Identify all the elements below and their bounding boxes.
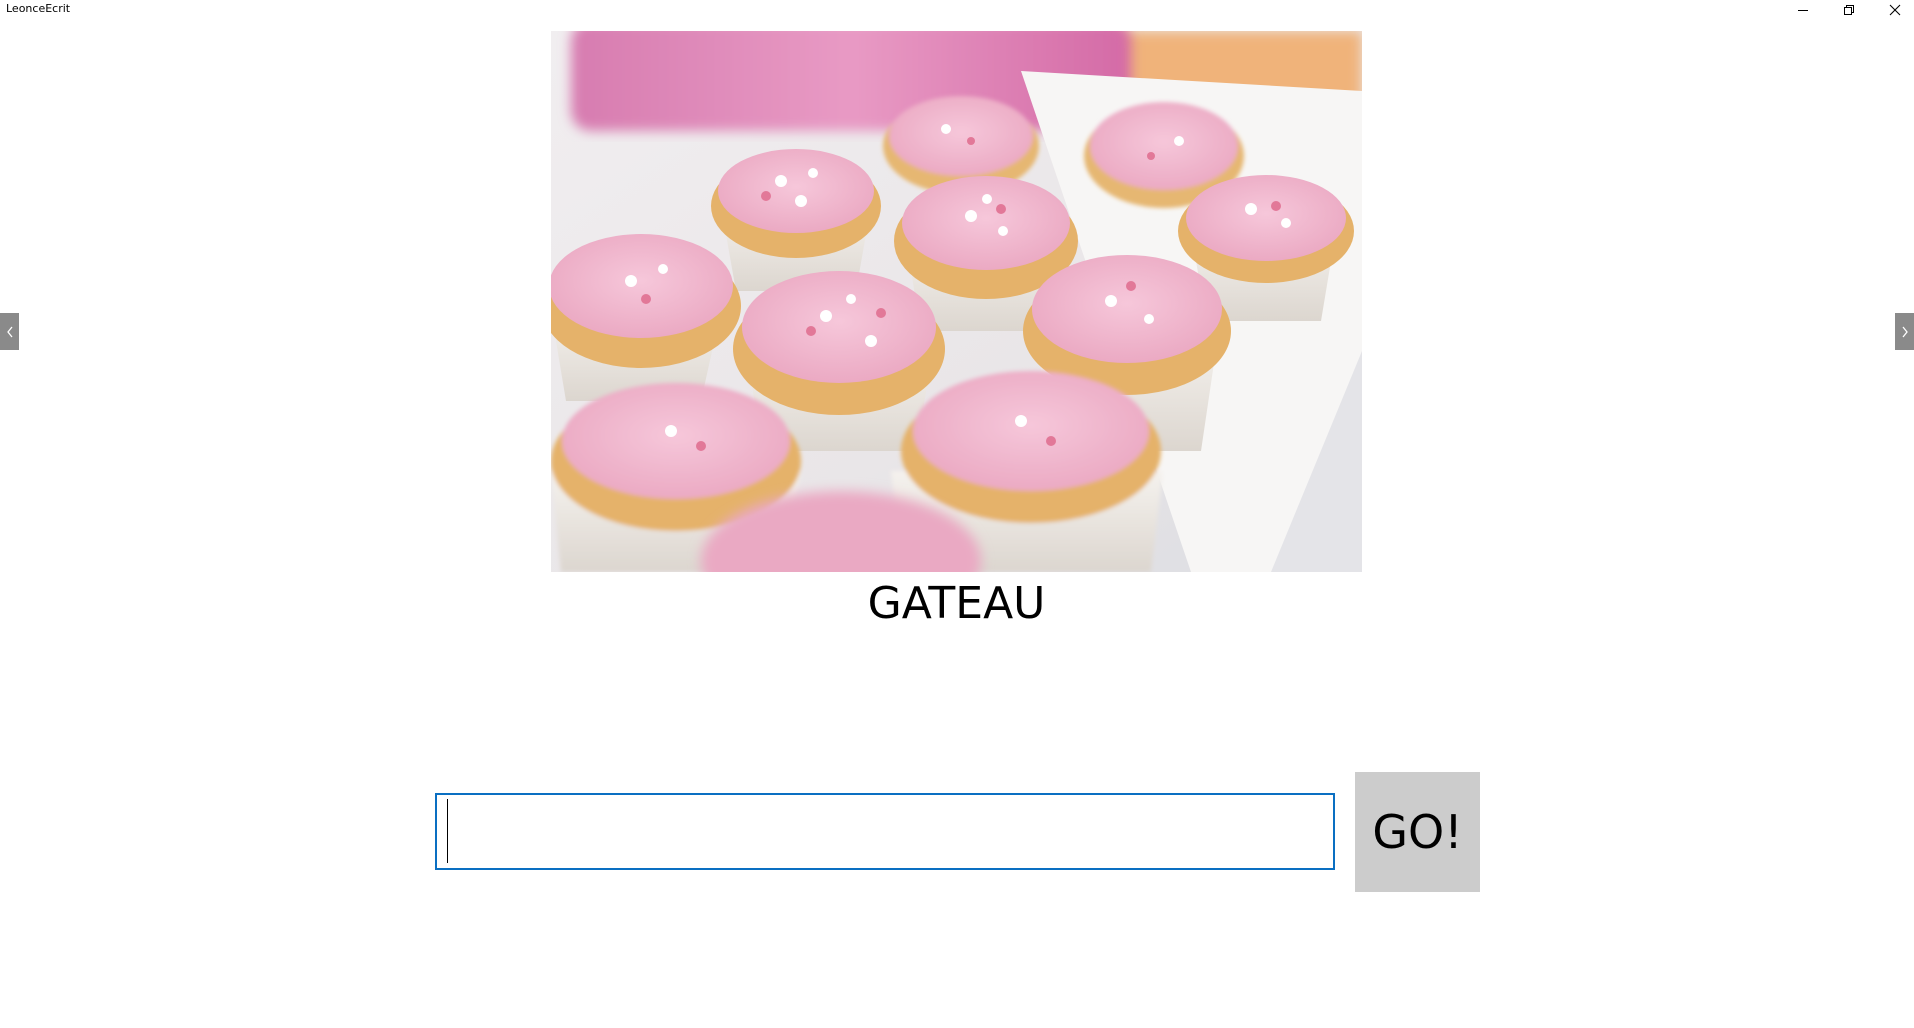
next-button[interactable] <box>1895 313 1914 350</box>
go-button[interactable]: GO! <box>1355 772 1480 892</box>
minimize-button[interactable] <box>1780 0 1826 20</box>
cupcakes-photo <box>551 31 1362 572</box>
restore-button[interactable] <box>1826 0 1872 20</box>
close-button[interactable] <box>1872 0 1914 20</box>
restore-icon <box>1844 5 1854 15</box>
text-caret <box>447 799 448 863</box>
chevron-right-icon <box>1901 326 1908 337</box>
answer-input[interactable] <box>435 793 1335 870</box>
previous-button[interactable] <box>0 313 19 350</box>
close-icon <box>1889 4 1901 16</box>
target-word: GATEAU <box>867 578 1046 629</box>
chevron-left-icon <box>6 326 13 337</box>
app-title: LeonceEcrit <box>6 2 71 15</box>
minimize-icon <box>1798 10 1808 11</box>
title-bar[interactable]: LeonceEcrit <box>0 0 1914 20</box>
word-picture <box>551 31 1362 572</box>
